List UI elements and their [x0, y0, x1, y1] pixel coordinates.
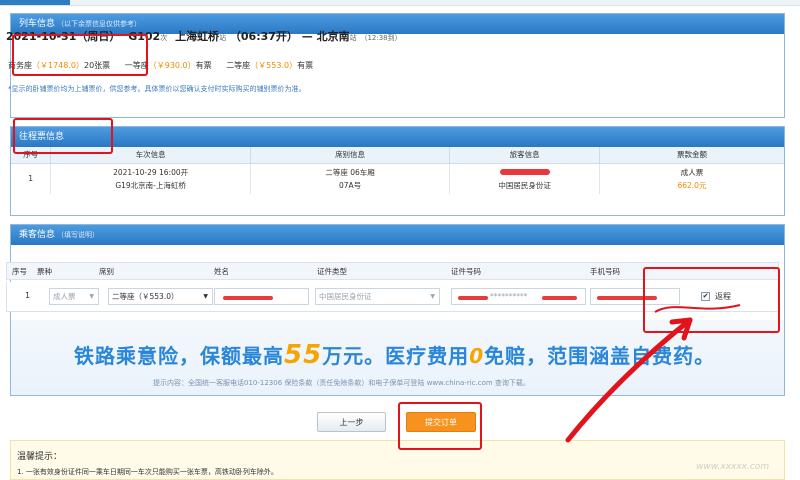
insurance-part3: 免赔，范围涵盖自费药。 [484, 344, 716, 368]
passenger-index: 1 [25, 291, 31, 300]
arrive-time: （12:38到） [360, 34, 402, 42]
chevron-down-icon: ▼ [89, 293, 94, 300]
ticket-type-value: 成人票 [53, 292, 76, 301]
seat-left: 有票 [195, 61, 212, 70]
redacted-name [499, 168, 550, 175]
outbound-header: 往程票信息 [11, 127, 784, 147]
ticket-type: 成人票 [680, 167, 704, 177]
depart-time: （06:37开） [229, 30, 298, 43]
train-route: G19北京南-上海虹桥 [115, 180, 186, 190]
price-note: *显示的卧铺票价均为上铺票价，供您参考。具体票价以您确认支付时实际购买的铺别票价… [8, 85, 306, 93]
col-index: 序号 [12, 267, 27, 276]
col-seat: 席别信息 [250, 147, 451, 164]
row-seat: 二等座 06车厢 07A号 [250, 163, 451, 194]
outbound-highlight-box [13, 118, 113, 154]
tips-item: 1. 一张有效身份证件同一乘车日期同一车次只能购买一张车票，高铁动卧列车除外。 [17, 468, 278, 476]
to-station: 北京南站 [317, 30, 357, 43]
submit-highlight-box [398, 402, 482, 450]
watermark: www.xxxxx.com [696, 462, 770, 472]
row-amount: 成人票 662.0元 [599, 163, 784, 194]
col-name: 姓名 [214, 267, 229, 276]
outbound-ticket-panel: 往程票信息 序号 车次信息 席别信息 旅客信息 票款金额 1 2021-10-2… [10, 126, 785, 216]
ticket-type-select[interactable]: 成人票 ▼ [49, 288, 99, 305]
seat-value: 二等座（￥553.0） [112, 292, 179, 301]
table-row: 1 2021-10-29 16:00开 G19北京南-上海虹桥 二等座 06车厢 0… [11, 163, 784, 194]
col-id-number: 证件号码 [451, 267, 481, 276]
passenger-title: 乘客信息 [19, 230, 56, 240]
insurance-zero: 0 [469, 344, 485, 368]
seat-select[interactable]: 二等座（￥553.0） ▼ [108, 288, 213, 305]
seat-left: 有票 [297, 61, 314, 70]
col-amount: 票款金额 [599, 147, 784, 164]
passenger-id-type: 中国居民身份证 [498, 180, 551, 190]
id-type-value: 中国居民身份证 [319, 292, 372, 301]
outbound-table: 序号 车次信息 席别信息 旅客信息 票款金额 1 2021-10-29 16:0… [11, 147, 784, 194]
fill-help-link[interactable]: （填写说明） [57, 231, 99, 239]
insurance-part1: 铁路乘意险，保额最高 [74, 344, 284, 368]
from-station: 上海虹桥站 [175, 30, 226, 43]
col-seat: 席别 [99, 267, 114, 276]
seat-number: 07A号 [338, 180, 362, 190]
from-station-name: 上海虹桥 [175, 30, 220, 43]
row-index: 1 [11, 163, 52, 194]
seat-second-class: 二等座（￥553.0）有票 [226, 61, 313, 70]
top-bar [0, 0, 800, 6]
seat-price: （￥930.0） [148, 61, 196, 70]
passenger-header: 乘客信息 （填写说明） [11, 225, 784, 245]
id-number-input[interactable]: ********** [451, 288, 586, 305]
seat-car: 二等座 06车厢 [325, 167, 375, 177]
insurance-subtext: 提示内容：全国统一客服电话010-12306 保险条款（责任免除条款）和电子保单… [153, 379, 530, 387]
top-bar-accent [0, 0, 70, 5]
ticket-amount: 662.0元 [677, 180, 707, 190]
redacted-name [223, 296, 273, 300]
route-arrow: — [301, 30, 313, 43]
train-time: 2021-10-29 16:00开 [113, 167, 189, 177]
from-station-suffix: 站 [219, 34, 227, 42]
return-highlight-box [643, 267, 780, 333]
insurance-part2: 万元。医疗费用 [322, 344, 470, 368]
name-input[interactable] [214, 288, 309, 305]
to-station-name: 北京南 [316, 30, 350, 43]
id-type-select[interactable]: 中国居民身份证 ▼ [315, 288, 440, 305]
prev-step-button[interactable]: 上一步 [317, 412, 386, 432]
redacted-id-suffix [542, 296, 577, 300]
seat-price: （￥553.0） [250, 61, 298, 70]
tips-title: 温馨提示： [17, 452, 63, 462]
train-suffix: 次 [160, 34, 168, 42]
date-highlight-box [12, 34, 148, 76]
col-ticket-type: 票种 [37, 267, 52, 276]
to-station-suffix: 站 [349, 34, 357, 42]
row-train: 2021-10-29 16:00开 G19北京南-上海虹桥 [50, 163, 251, 194]
train-info-note: （以下余票信息仅供参考） [57, 20, 142, 28]
chevron-down-icon: ▼ [203, 293, 208, 300]
redacted-id-prefix [458, 296, 488, 300]
col-passenger: 旅客信息 [449, 147, 600, 164]
insurance-headline: 铁路乘意险，保额最高55万元。医疗费用0免赔，范围涵盖自费药。 [74, 340, 715, 370]
insurance-amount: 55 [284, 340, 323, 370]
chevron-down-icon: ▼ [430, 293, 435, 300]
col-id-type: 证件类型 [317, 267, 347, 276]
col-phone: 手机号码 [590, 267, 620, 276]
row-passenger: 中国居民身份证 [449, 163, 600, 194]
id-number-masked: ********** [490, 292, 528, 301]
seat-name: 二等座 [226, 61, 251, 70]
